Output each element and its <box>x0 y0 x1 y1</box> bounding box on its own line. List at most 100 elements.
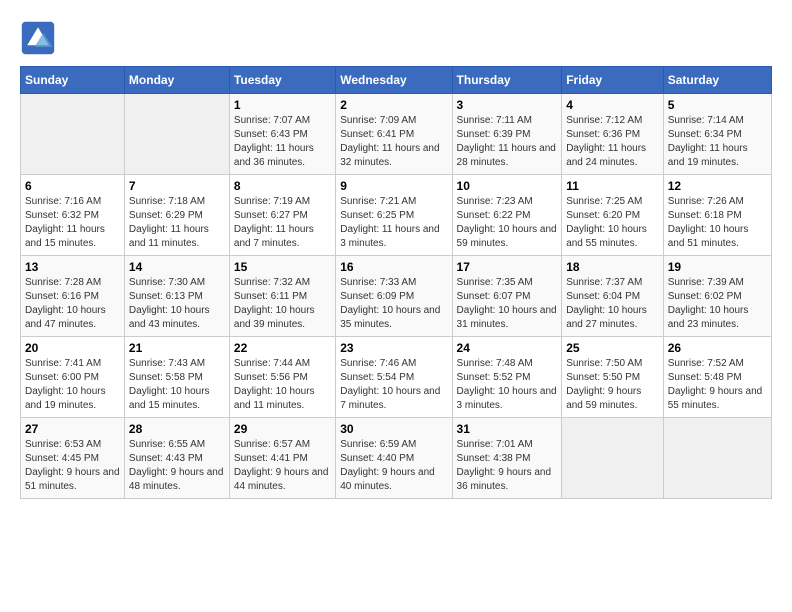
calendar-cell: 12 Sunrise: 7:26 AM Sunset: 6:18 PM Dayli… <box>663 175 771 256</box>
calendar-cell: 23 Sunrise: 7:46 AM Sunset: 5:54 PM Dayli… <box>336 337 452 418</box>
day-info: Sunrise: 7:07 AM Sunset: 6:43 PM Dayligh… <box>234 114 331 170</box>
calendar-cell: 4Sunrise: 7:12 AM Sunset: 6:36 PM Daylig… <box>562 94 664 175</box>
header-day-friday: Friday <box>562 67 664 94</box>
calendar-cell: 28 Sunrise: 6:55 AM Sunset: 4:43 PM Dayli… <box>124 418 229 499</box>
day-number: 20 <box>25 341 120 355</box>
header-day-sunday: Sunday <box>21 67 125 94</box>
calendar-cell: 10Sunrise: 7:23 AM Sunset: 6:22 PM Dayli… <box>452 175 562 256</box>
day-info: Sunrise: 7:21 AM Sunset: 6:25 PM Dayligh… <box>340 195 447 251</box>
calendar-cell: 21 Sunrise: 7:43 AM Sunset: 5:58 PM Dayli… <box>124 337 229 418</box>
day-info: Sunrise: 7:14 AM Sunset: 6:34 PM Dayligh… <box>668 114 767 170</box>
calendar-cell: 20Sunrise: 7:41 AM Sunset: 6:00 PM Dayli… <box>21 337 125 418</box>
day-number: 15 <box>234 260 331 274</box>
day-info: Sunrise: 7:30 AM Sunset: 6:13 PM Dayligh… <box>129 276 225 332</box>
day-info: Sunrise: 7:28 AM Sunset: 6:16 PM Dayligh… <box>25 276 120 332</box>
day-info: Sunrise: 7:50 AM Sunset: 5:50 PM Dayligh… <box>566 357 659 413</box>
page-header <box>20 20 772 56</box>
day-info: Sunrise: 7:37 AM Sunset: 6:04 PM Dayligh… <box>566 276 659 332</box>
day-info: Sunrise: 7:43 AM Sunset: 5:58 PM Dayligh… <box>129 357 225 413</box>
day-info: Sunrise: 6:59 AM Sunset: 4:40 PM Dayligh… <box>340 438 447 494</box>
week-row-3: 13 Sunrise: 7:28 AM Sunset: 6:16 PM Dayli… <box>21 256 772 337</box>
day-number: 6 <box>25 179 120 193</box>
calendar-cell: 15Sunrise: 7:32 AM Sunset: 6:11 PM Dayli… <box>229 256 335 337</box>
day-number: 14 <box>129 260 225 274</box>
day-number: 24 <box>457 341 558 355</box>
header-row: SundayMondayTuesdayWednesdayThursdayFrid… <box>21 67 772 94</box>
calendar-cell: 1 Sunrise: 7:07 AM Sunset: 6:43 PM Daylig… <box>229 94 335 175</box>
calendar-cell: 29 Sunrise: 6:57 AM Sunset: 4:41 PM Dayli… <box>229 418 335 499</box>
calendar-cell: 19Sunrise: 7:39 AM Sunset: 6:02 PM Dayli… <box>663 256 771 337</box>
week-row-5: 27 Sunrise: 6:53 AM Sunset: 4:45 PM Dayli… <box>21 418 772 499</box>
calendar-cell <box>21 94 125 175</box>
calendar-cell: 6 Sunrise: 7:16 AM Sunset: 6:32 PM Daylig… <box>21 175 125 256</box>
calendar-cell: 27 Sunrise: 6:53 AM Sunset: 4:45 PM Dayli… <box>21 418 125 499</box>
calendar-cell: 7 Sunrise: 7:18 AM Sunset: 6:29 PM Daylig… <box>124 175 229 256</box>
day-number: 9 <box>340 179 447 193</box>
header-day-monday: Monday <box>124 67 229 94</box>
day-info: Sunrise: 7:44 AM Sunset: 5:56 PM Dayligh… <box>234 357 331 413</box>
calendar-cell: 22 Sunrise: 7:44 AM Sunset: 5:56 PM Dayli… <box>229 337 335 418</box>
calendar-cell: 18 Sunrise: 7:37 AM Sunset: 6:04 PM Dayli… <box>562 256 664 337</box>
day-info: Sunrise: 7:35 AM Sunset: 6:07 PM Dayligh… <box>457 276 558 332</box>
calendar-cell: 24 Sunrise: 7:48 AM Sunset: 5:52 PM Dayli… <box>452 337 562 418</box>
calendar-cell <box>562 418 664 499</box>
day-info: Sunrise: 6:57 AM Sunset: 4:41 PM Dayligh… <box>234 438 331 494</box>
day-number: 27 <box>25 422 120 436</box>
day-number: 16 <box>340 260 447 274</box>
day-info: Sunrise: 7:18 AM Sunset: 6:29 PM Dayligh… <box>129 195 225 251</box>
calendar-cell: 9 Sunrise: 7:21 AM Sunset: 6:25 PM Daylig… <box>336 175 452 256</box>
calendar-cell: 26 Sunrise: 7:52 AM Sunset: 5:48 PM Dayli… <box>663 337 771 418</box>
day-info: Sunrise: 7:46 AM Sunset: 5:54 PM Dayligh… <box>340 357 447 413</box>
day-info: Sunrise: 7:16 AM Sunset: 6:32 PM Dayligh… <box>25 195 120 251</box>
calendar-cell: 13 Sunrise: 7:28 AM Sunset: 6:16 PM Dayli… <box>21 256 125 337</box>
day-info: Sunrise: 7:01 AM Sunset: 4:38 PM Dayligh… <box>457 438 558 494</box>
day-number: 13 <box>25 260 120 274</box>
day-number: 26 <box>668 341 767 355</box>
calendar-cell: 2Sunrise: 7:09 AM Sunset: 6:41 PM Daylig… <box>336 94 452 175</box>
calendar-cell: 17 Sunrise: 7:35 AM Sunset: 6:07 PM Dayli… <box>452 256 562 337</box>
day-number: 4 <box>566 98 659 112</box>
calendar-table: SundayMondayTuesdayWednesdayThursdayFrid… <box>20 66 772 499</box>
day-info: Sunrise: 7:26 AM Sunset: 6:18 PM Dayligh… <box>668 195 767 251</box>
day-info: Sunrise: 7:25 AM Sunset: 6:20 PM Dayligh… <box>566 195 659 251</box>
day-info: Sunrise: 7:11 AM Sunset: 6:39 PM Dayligh… <box>457 114 558 170</box>
week-row-1: 1 Sunrise: 7:07 AM Sunset: 6:43 PM Daylig… <box>21 94 772 175</box>
day-info: Sunrise: 6:55 AM Sunset: 4:43 PM Dayligh… <box>129 438 225 494</box>
calendar-cell <box>124 94 229 175</box>
day-info: Sunrise: 7:33 AM Sunset: 6:09 PM Dayligh… <box>340 276 447 332</box>
day-number: 22 <box>234 341 331 355</box>
header-day-thursday: Thursday <box>452 67 562 94</box>
day-info: Sunrise: 7:09 AM Sunset: 6:41 PM Dayligh… <box>340 114 447 170</box>
day-number: 18 <box>566 260 659 274</box>
logo <box>20 20 60 56</box>
calendar-cell: 31 Sunrise: 7:01 AM Sunset: 4:38 PM Dayli… <box>452 418 562 499</box>
calendar-cell: 8 Sunrise: 7:19 AM Sunset: 6:27 PM Daylig… <box>229 175 335 256</box>
calendar-cell: 11Sunrise: 7:25 AM Sunset: 6:20 PM Dayli… <box>562 175 664 256</box>
calendar-cell: 5Sunrise: 7:14 AM Sunset: 6:34 PM Daylig… <box>663 94 771 175</box>
header-day-tuesday: Tuesday <box>229 67 335 94</box>
day-number: 7 <box>129 179 225 193</box>
day-number: 21 <box>129 341 225 355</box>
day-number: 1 <box>234 98 331 112</box>
header-day-wednesday: Wednesday <box>336 67 452 94</box>
week-row-2: 6 Sunrise: 7:16 AM Sunset: 6:32 PM Daylig… <box>21 175 772 256</box>
day-number: 17 <box>457 260 558 274</box>
day-number: 19 <box>668 260 767 274</box>
day-number: 23 <box>340 341 447 355</box>
calendar-header: SundayMondayTuesdayWednesdayThursdayFrid… <box>21 67 772 94</box>
week-row-4: 20Sunrise: 7:41 AM Sunset: 6:00 PM Dayli… <box>21 337 772 418</box>
day-info: Sunrise: 7:19 AM Sunset: 6:27 PM Dayligh… <box>234 195 331 251</box>
day-number: 29 <box>234 422 331 436</box>
calendar-cell: 14 Sunrise: 7:30 AM Sunset: 6:13 PM Dayli… <box>124 256 229 337</box>
day-info: Sunrise: 7:52 AM Sunset: 5:48 PM Dayligh… <box>668 357 767 413</box>
calendar-cell: 16 Sunrise: 7:33 AM Sunset: 6:09 PM Dayli… <box>336 256 452 337</box>
day-number: 28 <box>129 422 225 436</box>
day-number: 10 <box>457 179 558 193</box>
day-number: 12 <box>668 179 767 193</box>
day-number: 8 <box>234 179 331 193</box>
day-info: Sunrise: 7:48 AM Sunset: 5:52 PM Dayligh… <box>457 357 558 413</box>
day-info: Sunrise: 6:53 AM Sunset: 4:45 PM Dayligh… <box>25 438 120 494</box>
calendar-cell: 3Sunrise: 7:11 AM Sunset: 6:39 PM Daylig… <box>452 94 562 175</box>
calendar-cell: 25Sunrise: 7:50 AM Sunset: 5:50 PM Dayli… <box>562 337 664 418</box>
day-number: 31 <box>457 422 558 436</box>
